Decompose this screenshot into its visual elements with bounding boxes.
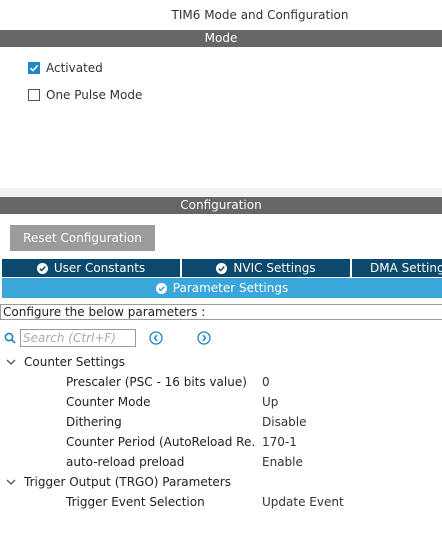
param-value[interactable]: Update Event bbox=[262, 495, 344, 509]
activated-option[interactable]: Activated bbox=[28, 59, 103, 77]
one-pulse-mode-option[interactable]: One Pulse Mode bbox=[28, 86, 142, 104]
param-value[interactable]: Enable bbox=[262, 455, 303, 469]
param-value[interactable]: Up bbox=[262, 395, 278, 409]
param-value[interactable]: Disable bbox=[262, 415, 307, 429]
tab-parameter-settings-label: Parameter Settings bbox=[172, 281, 289, 295]
trigger-output-group[interactable]: Trigger Output (TRGO) Parameters bbox=[6, 473, 231, 491]
check-circle-icon bbox=[216, 262, 228, 274]
group-label: Trigger Output (TRGO) Parameters bbox=[24, 475, 231, 489]
tab-nvic-settings[interactable]: NVIC Settings bbox=[182, 259, 350, 277]
param-name[interactable]: auto-reload preload bbox=[66, 455, 256, 469]
section-divider bbox=[0, 188, 442, 196]
mode-section-header: Mode bbox=[0, 30, 442, 47]
group-label: Counter Settings bbox=[24, 355, 125, 369]
next-arrow-icon[interactable] bbox=[197, 331, 211, 345]
activated-label: Activated bbox=[46, 61, 103, 75]
tab-dma-settings[interactable]: DMA Settings bbox=[352, 259, 442, 277]
check-circle-icon bbox=[36, 262, 48, 274]
param-value[interactable]: 0 bbox=[262, 375, 270, 389]
tab-dma-settings-label: DMA Settings bbox=[370, 261, 442, 275]
param-name[interactable]: Trigger Event Selection bbox=[66, 495, 256, 509]
search-icon bbox=[4, 332, 16, 344]
chevron-down-icon bbox=[6, 359, 16, 365]
counter-settings-group[interactable]: Counter Settings bbox=[6, 353, 125, 371]
config-tabs: User Constants NVIC Settings DMA Setting… bbox=[2, 259, 442, 277]
one-pulse-mode-checkbox[interactable] bbox=[28, 89, 40, 101]
checkmark-icon bbox=[29, 64, 39, 72]
search-input[interactable] bbox=[20, 329, 136, 347]
configuration-section-header: Configuration bbox=[0, 197, 442, 214]
previous-arrow-icon[interactable] bbox=[149, 331, 163, 345]
tab-nvic-settings-label: NVIC Settings bbox=[233, 261, 316, 275]
configure-hint: Configure the below parameters : bbox=[0, 304, 442, 320]
param-name[interactable]: Prescaler (PSC - 16 bits value) bbox=[66, 375, 256, 389]
window-title: TIM6 Mode and Configuration bbox=[171, 8, 349, 22]
tab-user-constants[interactable]: User Constants bbox=[2, 259, 180, 277]
chevron-down-icon bbox=[6, 479, 16, 485]
param-name[interactable]: Dithering bbox=[66, 415, 256, 429]
one-pulse-mode-label: One Pulse Mode bbox=[46, 88, 143, 102]
reset-configuration-button[interactable]: Reset Configuration bbox=[10, 225, 155, 251]
activated-checkbox[interactable] bbox=[28, 62, 40, 74]
tab-parameter-settings[interactable]: Parameter Settings bbox=[2, 278, 442, 298]
check-circle-icon bbox=[155, 282, 167, 294]
param-name[interactable]: Counter Period (AutoReload Re... bbox=[66, 435, 256, 449]
window-title-bar: TIM6 Mode and Configuration bbox=[0, 0, 442, 31]
param-name[interactable]: Counter Mode bbox=[66, 395, 256, 409]
tab-user-constants-label: User Constants bbox=[53, 261, 146, 275]
param-value[interactable]: 170-1 bbox=[262, 435, 297, 449]
